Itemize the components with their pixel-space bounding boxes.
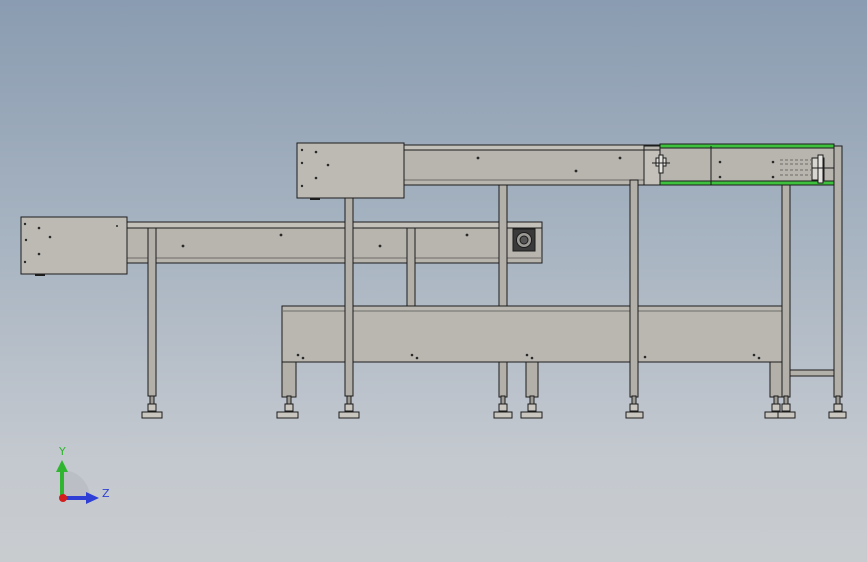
upper-conveyor[interactable] <box>296 142 835 200</box>
lower-base-cabinet[interactable] <box>281 305 783 398</box>
axis-triad: Y Z <box>56 445 110 504</box>
lower-drive-box <box>20 216 128 275</box>
x-axis-origin-dot <box>59 494 67 502</box>
upper-drive-box <box>296 142 405 199</box>
triad-arc <box>62 470 90 498</box>
green-belt-section[interactable] <box>643 143 835 186</box>
conveyor-assembly-drawing[interactable]: Y Z <box>0 0 867 562</box>
leveling-feet <box>141 395 847 419</box>
motor-flange <box>512 228 536 252</box>
y-axis-arrow <box>60 470 64 498</box>
z-axis-label: Z <box>102 487 110 500</box>
y-axis-label: Y <box>58 445 66 458</box>
cad-viewport[interactable]: Y Z <box>0 0 867 562</box>
lower-conveyor[interactable] <box>20 216 543 276</box>
